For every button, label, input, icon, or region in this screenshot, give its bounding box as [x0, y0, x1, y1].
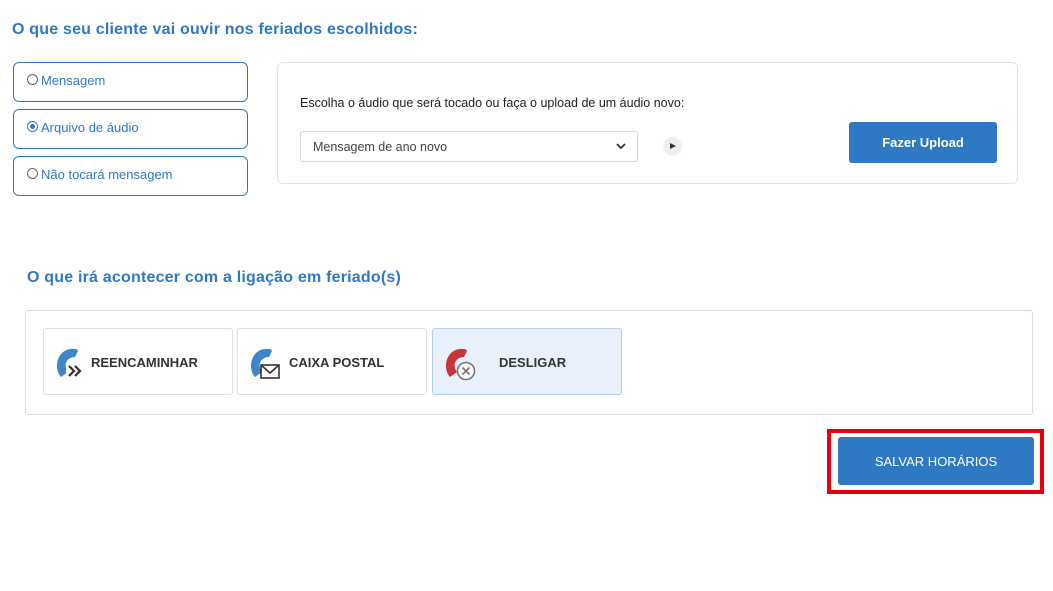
option-arquivo-de-audio[interactable]: Arquivo de áudio: [13, 109, 248, 149]
option-nao-tocara-mensagem[interactable]: Não tocará mensagem: [13, 156, 248, 196]
call-section-heading: O que irá acontecer com a ligação em fer…: [27, 269, 401, 286]
action-caixa-postal[interactable]: CAIXA POSTAL: [237, 328, 427, 395]
radio-icon[interactable]: [27, 74, 38, 85]
option-label: Não tocará mensagem: [41, 167, 173, 182]
action-reencaminhar[interactable]: REENCAMINHAR: [43, 328, 233, 395]
play-icon[interactable]: [664, 138, 681, 155]
audio-file-panel: Escolha o áudio que será tocado ou faça …: [277, 62, 1018, 184]
option-label: Mensagem: [41, 73, 106, 88]
option-label: Arquivo de áudio: [41, 120, 139, 135]
save-schedules-button[interactable]: SALVAR HORÁRIOS: [838, 437, 1034, 485]
action-label: REENCAMINHAR: [91, 355, 198, 370]
phone-hangup-icon: [446, 348, 476, 381]
audio-select[interactable]: Mensagem de ano novo: [300, 131, 638, 162]
audio-section-heading: O que seu cliente vai ouvir nos feriados…: [12, 21, 419, 38]
call-actions-panel: REENCAMINHAR CAIXA POSTAL DESLIGAR: [25, 310, 1033, 415]
action-label: DESLIGAR: [499, 355, 567, 370]
audio-select-value: Mensagem de ano novo: [313, 140, 448, 154]
action-label: CAIXA POSTAL: [289, 355, 385, 370]
phone-mail-icon: [251, 348, 280, 379]
radio-selected-icon[interactable]: [27, 121, 38, 132]
radio-icon[interactable]: [27, 168, 38, 179]
upload-button[interactable]: Fazer Upload: [849, 122, 997, 163]
chevron-down-icon: [616, 143, 626, 150]
phone-forward-icon: [57, 348, 84, 380]
audio-prompt-text: Escolha o áudio que será tocado ou faça …: [300, 96, 685, 110]
option-mensagem[interactable]: Mensagem: [13, 62, 248, 102]
action-desligar[interactable]: DESLIGAR: [432, 328, 622, 395]
